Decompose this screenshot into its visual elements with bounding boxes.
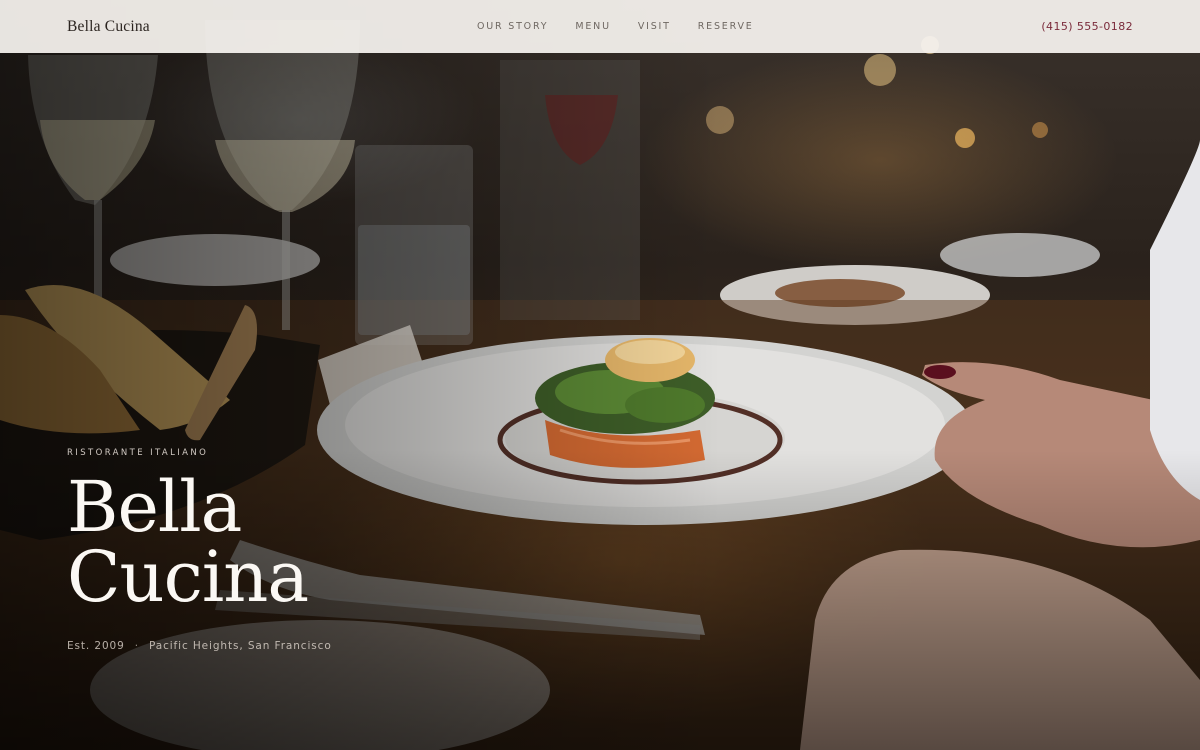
- nav-link-reserve[interactable]: RESERVE: [698, 21, 754, 32]
- nav-link-visit[interactable]: VISIT: [638, 21, 671, 32]
- hero-title: Bella Cucina: [67, 472, 332, 612]
- primary-nav: OUR STORY MENU VISIT RESERVE: [477, 0, 781, 53]
- top-nav: Bella Cucina OUR STORY MENU VISIT RESERV…: [0, 0, 1200, 53]
- hero-content: RISTORANTE ITALIANO Bella Cucina Est. 20…: [67, 448, 332, 652]
- brand-logo[interactable]: Bella Cucina: [67, 18, 150, 36]
- meta-separator: ·: [134, 640, 139, 652]
- hero-meta: Est. 2009 · Pacific Heights, San Francis…: [67, 640, 332, 652]
- page: Bella Cucina OUR STORY MENU VISIT RESERV…: [0, 0, 1200, 750]
- nav-link-menu[interactable]: MENU: [575, 21, 610, 32]
- established-text: Est. 2009: [67, 640, 125, 652]
- hero-eyebrow: RISTORANTE ITALIANO: [67, 448, 209, 458]
- nav-link-our-story[interactable]: OUR STORY: [477, 21, 548, 32]
- location-text: Pacific Heights, San Francisco: [148, 640, 332, 652]
- hero-title-line-1: Bella: [67, 466, 242, 548]
- phone-link[interactable]: (415) 555-0182: [1041, 0, 1133, 53]
- hero-title-line-2: Cucina: [67, 536, 309, 618]
